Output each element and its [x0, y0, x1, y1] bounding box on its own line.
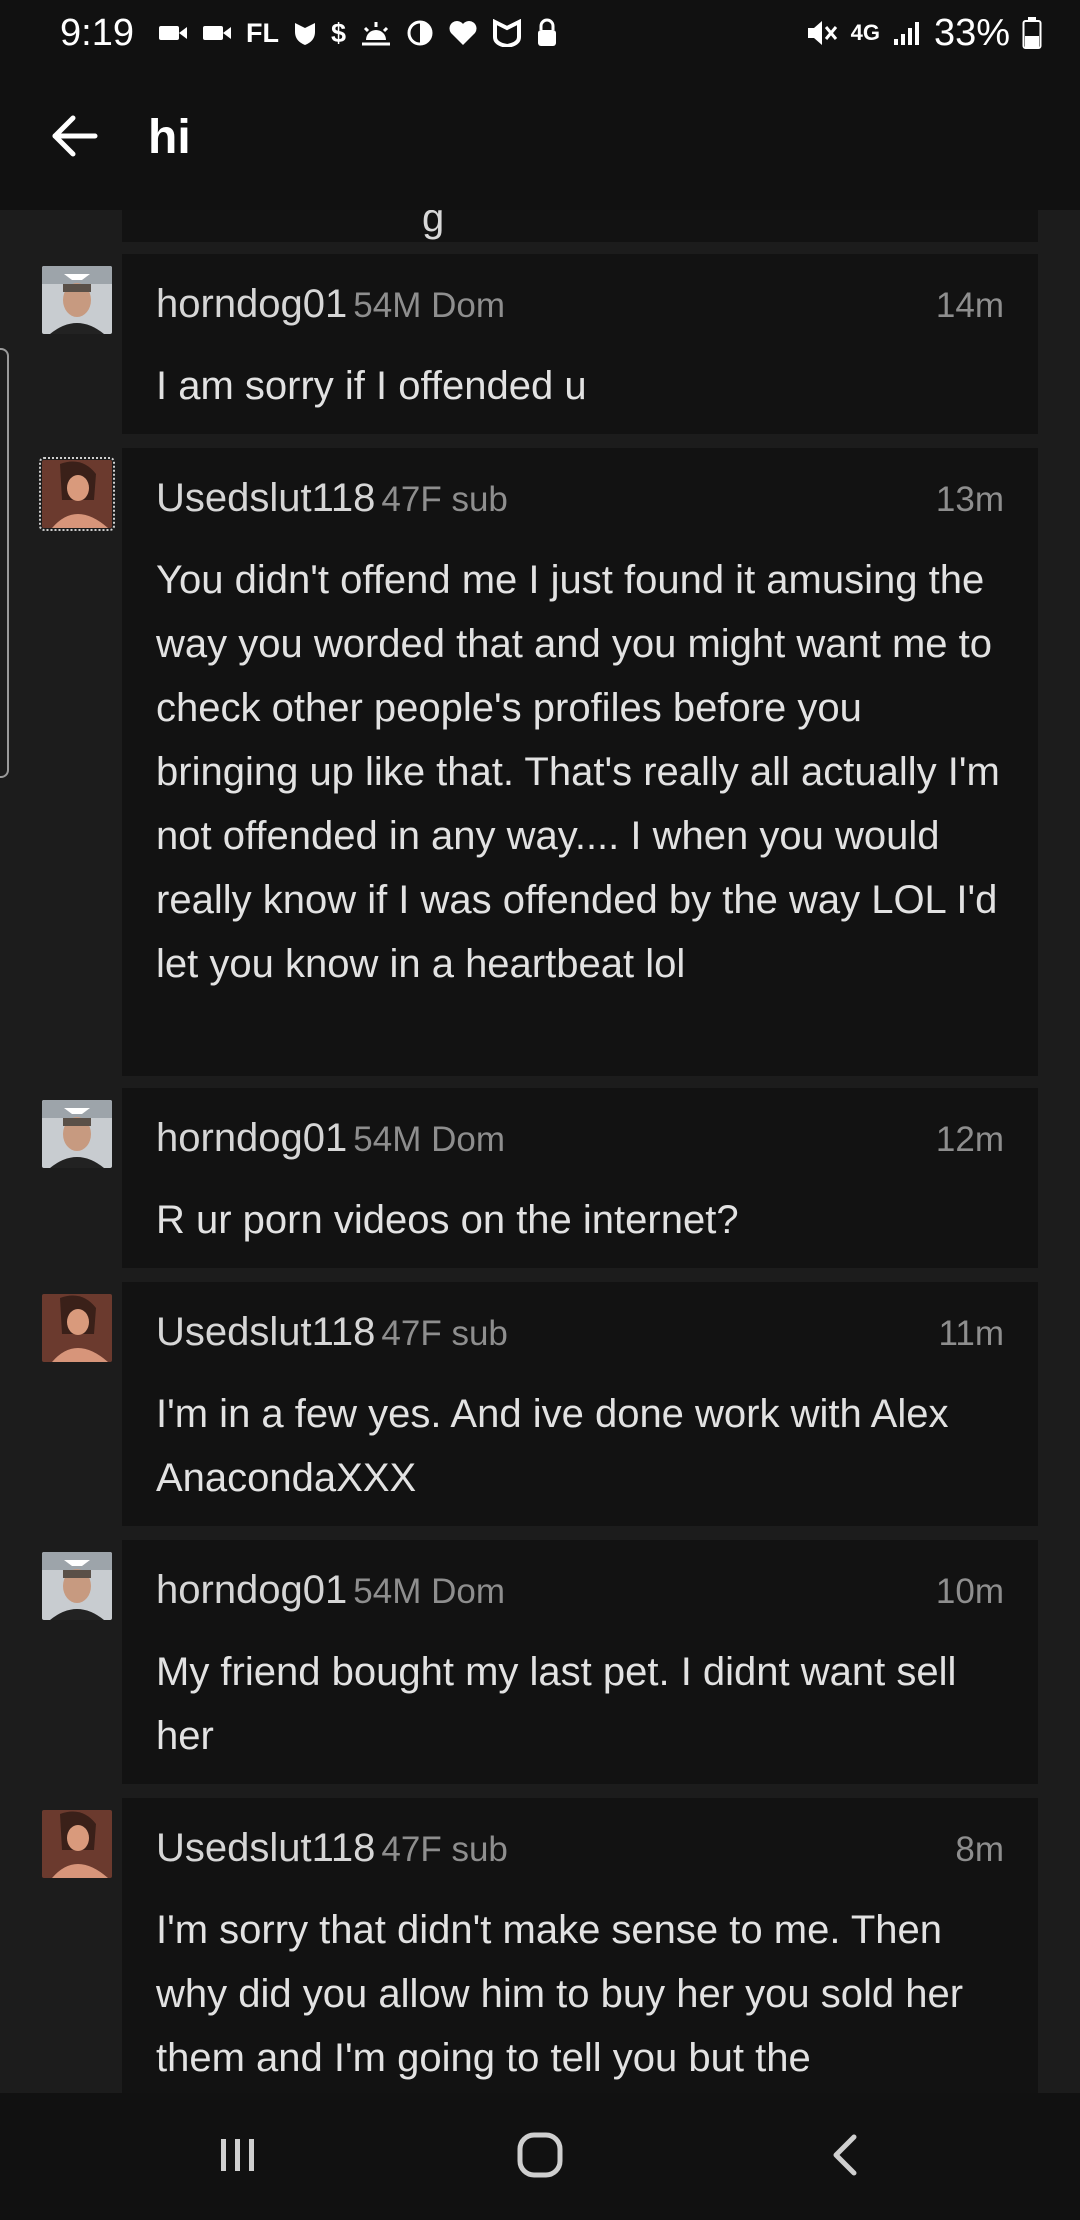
battery-percent: 33%	[933, 12, 1010, 54]
message-meta: Usedslut118 47F sub 13m	[156, 476, 1004, 532]
message-list[interactable]: g horndog01 54M Dom 14m I am sorry if I o…	[0, 210, 1080, 2093]
lock-icon	[536, 18, 558, 48]
timestamp: 11m	[938, 1314, 1005, 1353]
recent-apps-icon	[216, 2135, 260, 2180]
message-meta: Usedslut118 47F sub 8m	[156, 1826, 1004, 1882]
message-text: R ur porn videos on the internet?	[156, 1198, 739, 1242]
weather-icon	[360, 20, 392, 46]
avatar[interactable]	[42, 1810, 112, 1878]
message-meta: Usedslut118 47F sub 11m	[156, 1310, 1004, 1366]
shield-icon	[293, 20, 317, 46]
avatar[interactable]	[42, 1294, 112, 1362]
user-info: 54M Dom	[353, 1120, 506, 1159]
timestamp: 13m	[935, 480, 1004, 519]
message-text: You didn't offend me I just found it amu…	[156, 558, 1000, 986]
timestamp: 14m	[935, 286, 1004, 325]
message-card[interactable]: Usedslut118 47F sub 8m I'm sorry that did…	[122, 1798, 1038, 2093]
avatar[interactable]	[42, 1100, 112, 1168]
timestamp: 12m	[935, 1120, 1004, 1159]
username[interactable]: horndog01	[156, 1568, 347, 1612]
chat-title: hi	[148, 111, 191, 164]
message-text: I am sorry if I offended u	[156, 364, 587, 408]
heart-icon	[448, 20, 478, 46]
username[interactable]: Usedslut118	[156, 476, 375, 520]
message-meta: horndog01 54M Dom 10m	[156, 1568, 1004, 1624]
user-info: 54M Dom	[353, 286, 506, 325]
message-card[interactable]: Usedslut118 47F sub 13m You didn't offend…	[122, 448, 1038, 1076]
back-icon	[828, 2131, 862, 2184]
username[interactable]: Usedslut118	[156, 1826, 375, 1870]
video-icon	[158, 21, 188, 45]
previous-message-card: g	[122, 210, 1038, 242]
status-bar: 9:19 FL $ 4G 33%	[0, 0, 1080, 66]
contrast-icon	[406, 19, 434, 47]
badge-icon	[492, 19, 522, 47]
message-text: I'm sorry that didn't make sense to me. …	[156, 1908, 964, 2080]
user-info: 54M Dom	[353, 1572, 506, 1611]
message-card[interactable]: horndog01 54M Dom 14m I am sorry if I off…	[122, 254, 1038, 434]
nav-back-button[interactable]	[790, 2117, 900, 2197]
user-info: 47F sub	[381, 1314, 508, 1353]
timestamp: 10m	[935, 1572, 1004, 1611]
home-button[interactable]	[485, 2117, 595, 2197]
dollar-icon: $	[331, 17, 347, 48]
previous-message-fragment: g	[422, 210, 445, 240]
timestamp: 8m	[955, 1830, 1004, 1869]
message-card[interactable]: Usedslut118 47F sub 11m I'm in a few yes.…	[122, 1282, 1038, 1526]
message-card[interactable]: horndog01 54M Dom 12m R ur porn videos on…	[122, 1088, 1038, 1268]
message-card[interactable]: horndog01 54M Dom 10m My friend bought my…	[122, 1540, 1038, 1784]
notification-icons: FL $	[158, 12, 558, 54]
app-bar: hi	[0, 66, 1080, 210]
video-icon	[202, 21, 232, 45]
home-icon	[516, 2131, 564, 2184]
message-text: I'm in a few yes. And ive done work with…	[156, 1392, 949, 1500]
back-button[interactable]	[38, 106, 110, 170]
avatar[interactable]	[42, 1552, 112, 1620]
mute-icon	[805, 18, 839, 48]
user-info: 47F sub	[381, 480, 508, 519]
message-meta: horndog01 54M Dom 14m	[156, 282, 1004, 338]
signal-icon	[892, 19, 922, 47]
navigation-bar	[0, 2093, 1080, 2220]
username[interactable]: Usedslut118	[156, 1310, 375, 1354]
network-type: 4G	[850, 20, 880, 45]
username[interactable]: horndog01	[156, 282, 347, 326]
system-icons: 4G 33%	[805, 6, 1042, 60]
user-info: 47F sub	[381, 1830, 508, 1869]
avatar[interactable]	[42, 266, 112, 334]
message-text: My friend bought my last pet. I didnt wa…	[156, 1650, 957, 1758]
carrier-text: FL	[246, 17, 279, 48]
status-time: 9:19	[60, 12, 134, 54]
arrow-left-icon	[49, 114, 99, 163]
battery-icon	[1022, 16, 1042, 50]
avatar[interactable]	[39, 457, 115, 531]
scroll-indicator[interactable]	[0, 348, 9, 778]
username[interactable]: horndog01	[156, 1116, 347, 1160]
message-meta: horndog01 54M Dom 12m	[156, 1116, 1004, 1172]
recent-apps-button[interactable]	[183, 2117, 293, 2197]
